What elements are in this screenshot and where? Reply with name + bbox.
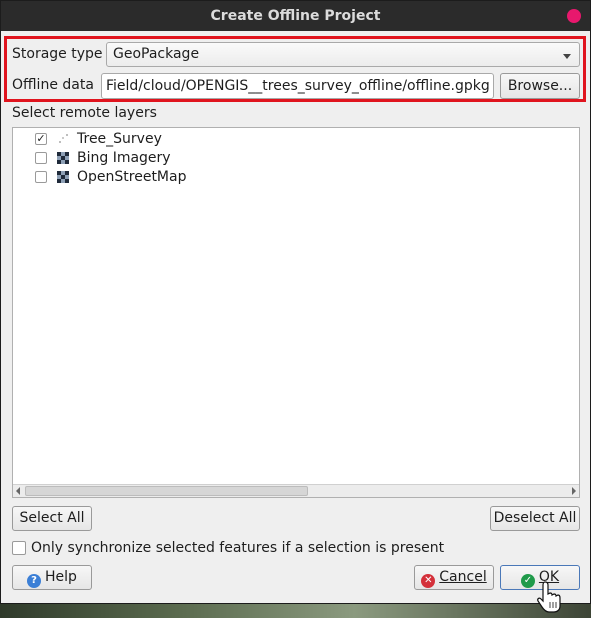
layer-list[interactable]: ✓ Tree_Survey Bing Imagery OpenStreetMap [12,127,580,498]
browse-button[interactable]: Browse... [500,73,580,99]
only-sync-checkbox[interactable] [12,541,26,555]
point-layer-icon [59,134,68,143]
layer-checkbox-tree-survey[interactable]: ✓ [35,133,47,145]
create-offline-project-dialog: Create Offline Project Storage type GeoP… [0,0,591,604]
storage-type-dropdown[interactable]: GeoPackage [106,42,580,67]
only-sync-label: Only synchronize selected features if a … [31,540,445,556]
scroll-left-icon[interactable] [16,487,20,495]
background-image-strip [0,604,591,618]
scroll-right-icon[interactable] [572,487,576,495]
select-all-label: Select All [19,510,85,526]
scrollbar-thumb[interactable] [25,486,308,496]
select-all-button[interactable]: Select All [12,506,92,531]
layer-label-openstreetmap: OpenStreetMap [77,169,187,185]
checkmark-icon: ✓ [520,574,535,588]
offline-data-path-field[interactable]: Field/cloud/OPENGIS__trees_survey_offlin… [101,73,494,99]
storage-type-value: GeoPackage [113,46,200,62]
layer-label-bing-imagery: Bing Imagery [77,150,171,166]
browse-button-label: Browse... [507,78,573,94]
cancel-icon: ✕ [421,574,436,588]
layer-checkbox-openstreetmap[interactable] [35,171,47,183]
layer-label-tree-survey: Tree_Survey [77,131,162,147]
window-title: Create Offline Project [210,8,381,24]
close-icon[interactable] [567,9,581,23]
hand-cursor-icon [537,581,561,613]
cancel-label: Cancel [439,569,487,585]
raster-layer-icon [57,152,69,164]
cancel-button[interactable]: ✕ Cancel [414,565,494,590]
select-remote-layers-label: Select remote layers [12,105,157,121]
help-icon: ? [27,574,42,588]
chevron-down-icon [563,54,571,59]
deselect-all-button[interactable]: Deselect All [490,506,580,531]
offline-data-label: Offline data [12,77,94,93]
storage-type-label: Storage type [12,46,103,62]
layer-checkbox-bing-imagery[interactable] [35,152,47,164]
deselect-all-label: Deselect All [493,510,577,526]
help-button[interactable]: ? Help [12,565,92,590]
title-bar: Create Offline Project [1,1,590,31]
raster-layer-icon [57,171,69,183]
help-label: Help [45,569,77,585]
offline-data-path-value: Field/cloud/OPENGIS__trees_survey_offlin… [106,78,490,94]
horizontal-scrollbar[interactable] [13,484,579,497]
